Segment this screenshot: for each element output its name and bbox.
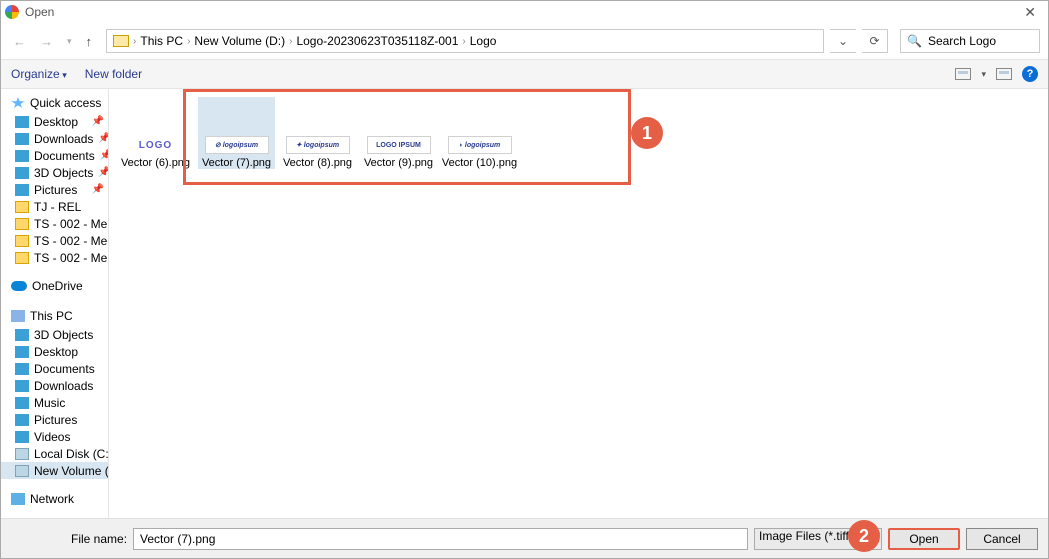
- sidebar-item-pictures[interactable]: Pictures📌: [1, 181, 108, 198]
- sidebar-item-folder[interactable]: TS - 002 - Membuat: [1, 215, 108, 232]
- file-thumbnail: LOGO IPSUM: [367, 136, 431, 154]
- sidebar-quick-access[interactable]: Quick access: [1, 93, 108, 113]
- sidebar-item-music[interactable]: Music: [1, 394, 108, 411]
- file-name: Vector (10).png: [441, 154, 518, 169]
- sidebar-item-local-disk[interactable]: Local Disk (C:): [1, 445, 108, 462]
- sidebar-item-3d-objects[interactable]: 3D Objects📌: [1, 164, 108, 181]
- pin-icon: 📌: [98, 133, 109, 144]
- documents-icon: [15, 363, 29, 375]
- close-icon[interactable]: ✕: [1016, 4, 1044, 21]
- annotation-callout-1: 1: [631, 117, 663, 149]
- cancel-button[interactable]: Cancel: [966, 528, 1038, 550]
- file-thumbnail: ◗ logoipsum: [448, 136, 512, 154]
- computer-icon: [113, 35, 129, 47]
- file-item[interactable]: LOGO Vector (6).png: [117, 97, 194, 169]
- view-icon[interactable]: [955, 68, 971, 80]
- preview-pane-icon[interactable]: [996, 68, 1012, 80]
- desktop-icon: [15, 116, 29, 128]
- file-thumbnail: LOGO: [124, 136, 188, 154]
- sidebar-item-desktop[interactable]: Desktop📌: [1, 113, 108, 130]
- up-icon[interactable]: ↑: [82, 34, 97, 49]
- recent-dropdown-icon[interactable]: ▾: [63, 36, 76, 47]
- sidebar-item-new-volume[interactable]: New Volume (D:): [1, 462, 108, 479]
- folder-icon: [15, 218, 29, 230]
- sidebar-item-3d-objects[interactable]: 3D Objects: [1, 326, 108, 343]
- downloads-icon: [15, 133, 29, 145]
- file-name: Vector (8).png: [279, 154, 356, 169]
- pictures-icon: [15, 414, 29, 426]
- videos-icon: [15, 431, 29, 443]
- desktop-icon: [15, 346, 29, 358]
- sidebar: Quick access Desktop📌 Downloads📌 Documen…: [1, 89, 109, 520]
- pin-icon: 📌: [98, 167, 109, 178]
- file-item[interactable]: LOGO IPSUM Vector (9).png: [360, 97, 437, 169]
- sidebar-item-folder[interactable]: TS - 002 - Membuat: [1, 232, 108, 249]
- file-area[interactable]: LOGO Vector (6).png ⊘ logoipsum Vector (…: [109, 89, 1048, 520]
- music-icon: [15, 397, 29, 409]
- file-name: Vector (6).png: [117, 154, 194, 169]
- breadcrumb-dropdown-icon[interactable]: ⌄: [830, 29, 856, 53]
- title-bar: Open ✕: [1, 1, 1048, 23]
- file-item[interactable]: ⊘ logoipsum Vector (7).png: [198, 97, 275, 169]
- breadcrumb-seg[interactable]: New Volume (D:): [194, 34, 285, 48]
- file-item[interactable]: ✦ logoipsum Vector (8).png: [279, 97, 356, 169]
- downloads-icon: [15, 380, 29, 392]
- network-icon: [11, 493, 25, 505]
- sidebar-item-folder[interactable]: TS - 002 - Membuat: [1, 249, 108, 266]
- window-title: Open: [25, 5, 54, 19]
- cloud-icon: [11, 281, 27, 291]
- file-name: Vector (7).png: [198, 154, 275, 169]
- documents-icon: [15, 150, 29, 162]
- sidebar-network[interactable]: Network: [1, 489, 108, 509]
- new-folder-button[interactable]: New folder: [85, 67, 142, 81]
- sidebar-item-folder[interactable]: TJ - REL: [1, 198, 108, 215]
- toolbar: Organize New folder ▾ ?: [1, 59, 1048, 89]
- breadcrumb-seg[interactable]: This PC: [140, 34, 183, 48]
- sidebar-item-documents[interactable]: Documents: [1, 360, 108, 377]
- pictures-icon: [15, 184, 29, 196]
- sidebar-item-downloads[interactable]: Downloads📌: [1, 130, 108, 147]
- sidebar-item-documents[interactable]: Documents📌: [1, 147, 108, 164]
- sidebar-item-desktop[interactable]: Desktop: [1, 343, 108, 360]
- 3d-objects-icon: [15, 167, 29, 179]
- nav-bar: ← → ▾ ↑ › This PC› New Volume (D:)› Logo…: [1, 23, 1048, 59]
- footer: File name: Image Files (*.tiff;*.jfif;*.…: [1, 518, 1048, 558]
- folder-icon: [15, 252, 29, 264]
- sidebar-item-pictures[interactable]: Pictures: [1, 411, 108, 428]
- app-icon: [5, 5, 19, 19]
- file-thumbnail: ✦ logoipsum: [286, 136, 350, 154]
- back-icon[interactable]: ←: [9, 34, 30, 49]
- sidebar-item-videos[interactable]: Videos: [1, 428, 108, 445]
- file-name: Vector (9).png: [360, 154, 437, 169]
- breadcrumb-seg[interactable]: Logo: [470, 34, 497, 48]
- pin-icon: 📌: [100, 150, 109, 161]
- breadcrumb-seg[interactable]: Logo-20230623T035118Z-001: [296, 34, 458, 48]
- sidebar-this-pc[interactable]: This PC: [1, 306, 108, 326]
- pc-icon: [11, 310, 25, 322]
- open-button[interactable]: Open: [888, 528, 960, 550]
- pin-icon: 📌: [92, 184, 104, 195]
- folder-icon: [15, 201, 29, 213]
- pin-icon: 📌: [92, 116, 104, 127]
- organize-button[interactable]: Organize: [11, 67, 67, 81]
- sidebar-item-downloads[interactable]: Downloads: [1, 377, 108, 394]
- sidebar-onedrive[interactable]: OneDrive: [1, 276, 108, 296]
- drive-icon: [15, 465, 29, 477]
- drive-icon: [15, 448, 29, 460]
- refresh-icon[interactable]: ⟳: [862, 29, 888, 53]
- file-item[interactable]: ◗ logoipsum Vector (10).png: [441, 97, 518, 169]
- search-input[interactable]: 🔍 Search Logo: [900, 29, 1040, 53]
- 3d-objects-icon: [15, 329, 29, 341]
- search-placeholder: Search Logo: [928, 34, 996, 48]
- star-icon: [11, 97, 25, 109]
- filename-input[interactable]: [133, 528, 748, 550]
- annotation-callout-2: 2: [848, 520, 880, 552]
- forward-icon: →: [36, 34, 57, 49]
- breadcrumb[interactable]: › This PC› New Volume (D:)› Logo-2023062…: [106, 29, 824, 53]
- filename-label: File name:: [71, 532, 127, 546]
- folder-icon: [15, 235, 29, 247]
- help-icon[interactable]: ?: [1022, 66, 1038, 82]
- search-icon: 🔍: [907, 34, 922, 48]
- file-thumbnail: ⊘ logoipsum: [205, 136, 269, 154]
